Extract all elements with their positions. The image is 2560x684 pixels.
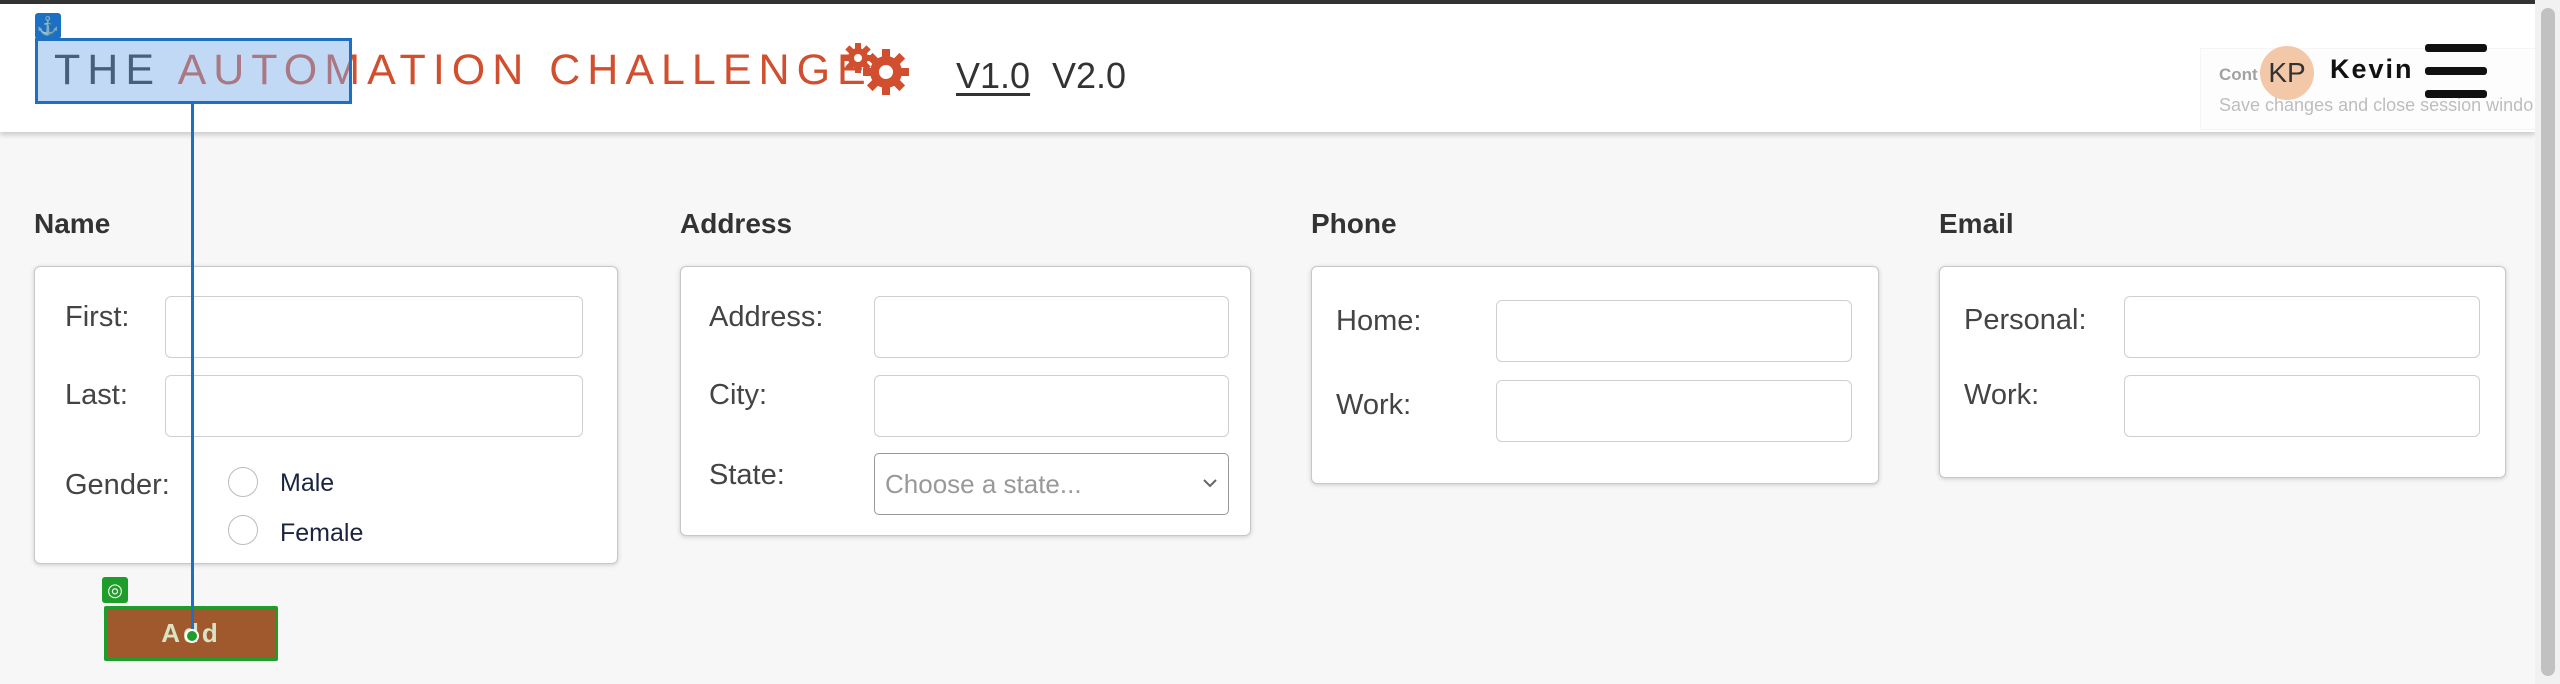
- gender-male-radio[interactable]: [228, 467, 258, 497]
- city-input[interactable]: [874, 375, 1229, 437]
- work-phone-input[interactable]: [1496, 380, 1852, 442]
- avatar[interactable]: KP: [2260, 46, 2314, 100]
- first-name-label: First:: [65, 301, 130, 333]
- gears-icon: [843, 43, 909, 95]
- work-phone-label: Work:: [1336, 389, 1412, 421]
- section-title-address: Address: [680, 208, 793, 239]
- anchor-icon: ⚓: [35, 13, 61, 39]
- gender-label: Gender:: [65, 469, 170, 501]
- gender-male-label[interactable]: Male: [280, 469, 334, 498]
- scrollbar-thumb[interactable]: [2541, 8, 2555, 676]
- state-label: State:: [709, 459, 785, 491]
- click-target-dot: [185, 629, 199, 643]
- name-card: First: Last: Gender: Male Female: [34, 266, 618, 564]
- first-name-input[interactable]: [165, 296, 583, 358]
- personal-email-input[interactable]: [2124, 296, 2480, 358]
- section-title-name: Name: [34, 208, 111, 239]
- home-phone-label: Home:: [1336, 305, 1422, 337]
- email-card: Personal: Work:: [1939, 266, 2506, 478]
- section-title-phone: Phone: [1311, 208, 1397, 239]
- anchor-highlight-box: [35, 38, 352, 104]
- gender-female-label[interactable]: Female: [280, 519, 363, 548]
- anchor-connector-line: [191, 104, 194, 642]
- user-name[interactable]: Kevin: [2330, 54, 2414, 85]
- work-email-label: Work:: [1964, 379, 2040, 411]
- state-select-placeholder: Choose a state...: [885, 469, 1082, 499]
- navbar: THE AUTOMATION CHALLENGE V1.0 V2.0 Cont: [0, 4, 2537, 132]
- toast-title: Cont: [2219, 65, 2258, 84]
- phone-card: Home: Work:: [1311, 266, 1879, 484]
- last-name-label: Last:: [65, 379, 128, 411]
- toast-message: Save changes and close session windo: [2219, 95, 2534, 115]
- address-card: Address: City: State: Choose a state...: [680, 266, 1251, 536]
- state-select[interactable]: Choose a state...: [874, 453, 1229, 515]
- target-icon: ◎: [102, 577, 128, 603]
- nav-link-v2[interactable]: V2.0: [1052, 54, 1126, 98]
- personal-email-label: Personal:: [1964, 304, 2087, 336]
- address-label: Address:: [709, 301, 824, 333]
- nav-link-v1[interactable]: V1.0: [956, 54, 1030, 98]
- address-input[interactable]: [874, 296, 1229, 358]
- work-email-input[interactable]: [2124, 375, 2480, 437]
- section-title-email: Email: [1939, 208, 2014, 239]
- gender-female-radio[interactable]: [228, 515, 258, 545]
- hamburger-menu-icon[interactable]: [2425, 44, 2487, 98]
- last-name-input[interactable]: [165, 375, 583, 437]
- city-label: City:: [709, 379, 767, 411]
- chevron-down-icon: [1203, 479, 1217, 488]
- home-phone-input[interactable]: [1496, 300, 1852, 362]
